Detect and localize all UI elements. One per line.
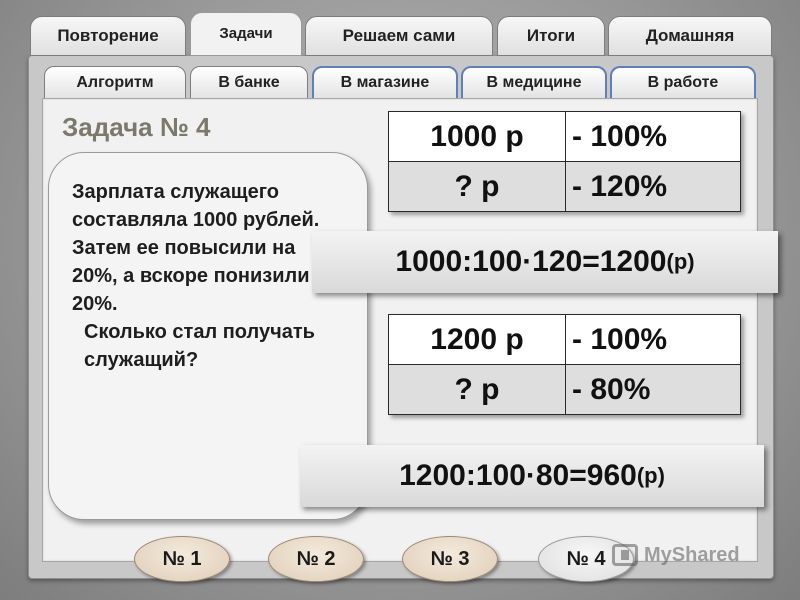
tab-solve-yourself[interactable]: Решаем сами (305, 16, 493, 56)
proportion-table-2: 1200 р - 100% ? р - 80% (388, 314, 741, 415)
watermark-text: MyShared (644, 543, 740, 566)
table1-r2-amount: ? р (388, 161, 566, 212)
task-1-button[interactable]: № 1 (134, 536, 230, 582)
task-statement: Зарплата служащего составляла 1000 рубле… (72, 178, 342, 374)
task-2-button[interactable]: № 2 (268, 536, 364, 582)
tab-repetition[interactable]: Повторение (30, 16, 186, 56)
formula-1-expression: 1000:100·120=1200 (395, 245, 667, 278)
myshared-logo-icon (612, 544, 638, 566)
proportion-table-1: 1000 р - 100% ? р - 120% (388, 111, 741, 212)
table1-r1-amount: 1000 р (388, 111, 566, 162)
task-text: Зарплата служащего составляла 1000 рубле… (72, 181, 339, 315)
formula-2: 1200:100·80=960 (р) (300, 445, 764, 507)
formula-2-expression: 1200:100·80=960 (399, 459, 637, 492)
subtab-in-store[interactable]: В магазине (312, 66, 458, 100)
task-title: Задача № 4 (62, 112, 211, 142)
task-3-button[interactable]: № 3 (402, 536, 498, 582)
table2-r2-percent: - 80% (565, 364, 741, 415)
table1-r1-percent: - 100% (565, 111, 741, 162)
subtab-at-work[interactable]: В работе (610, 66, 756, 100)
table2-r1-percent: - 100% (565, 314, 741, 365)
task-question: Сколько стал получать служащий? (84, 321, 315, 371)
table2-r2-amount: ? р (388, 364, 566, 415)
formula-2-unit: (р) (636, 463, 665, 488)
table1-r2-percent: - 120% (565, 161, 741, 212)
watermark: MyShared (612, 540, 740, 570)
subtab-algorithm[interactable]: Алгоритм (44, 66, 186, 100)
subtab-in-medicine[interactable]: В медицине (461, 66, 607, 100)
tab-results[interactable]: Итоги (497, 16, 605, 56)
tab-tasks[interactable]: Задачи (190, 12, 302, 56)
tab-homework[interactable]: Домашняя (608, 16, 772, 56)
formula-1-unit: (р) (666, 249, 695, 274)
table2-r1-amount: 1200 р (388, 314, 566, 365)
subtab-in-bank[interactable]: В банке (190, 66, 308, 100)
formula-1: 1000:100·120=1200 (р) (312, 231, 778, 293)
